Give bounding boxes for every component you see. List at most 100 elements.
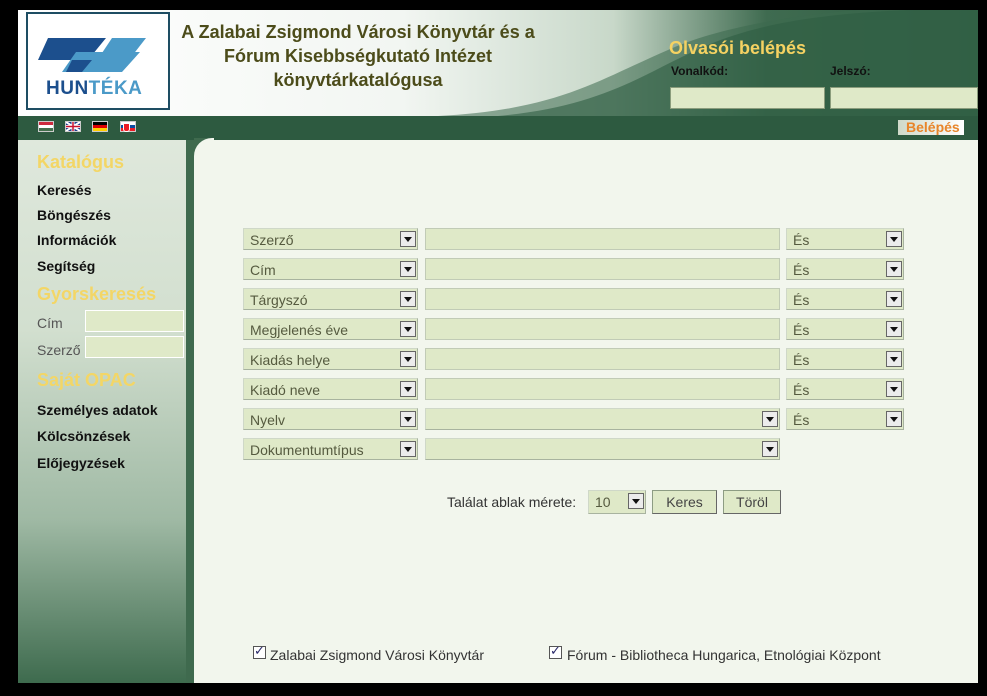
field-select[interactable]: Kiadás helye <box>243 348 418 370</box>
barcode-input[interactable] <box>670 87 825 109</box>
chevron-down-icon[interactable] <box>400 231 416 247</box>
catalog-heading: Katalógus <box>37 152 125 172</box>
language-bar: Belépés <box>18 116 978 140</box>
german-flag-icon[interactable] <box>92 121 108 132</box>
quick-author-input[interactable] <box>85 336 184 358</box>
operator-select-value: És <box>793 292 810 308</box>
chevron-down-icon[interactable] <box>886 291 902 307</box>
chevron-down-icon[interactable] <box>400 291 416 307</box>
chevron-down-icon[interactable] <box>886 351 902 367</box>
barcode-label: Vonalkód: <box>671 64 729 78</box>
database-label-zalabai: Zalabai Zsigmond Városi Könyvtár <box>270 647 484 663</box>
database-checkbox-forum[interactable] <box>549 644 562 659</box>
logo-text: HUNTÉKA <box>46 78 142 100</box>
search-term-input[interactable] <box>425 318 780 340</box>
chevron-down-icon[interactable] <box>400 441 416 457</box>
operator-select[interactable]: És <box>786 318 904 340</box>
chevron-down-icon[interactable] <box>400 261 416 277</box>
quick-title-label: Cím <box>37 315 63 331</box>
operator-select-value: És <box>793 262 810 278</box>
chevron-down-icon[interactable] <box>886 231 902 247</box>
field-select[interactable]: Szerző <box>243 228 418 250</box>
field-select-value: Kiadás helye <box>250 352 331 368</box>
hunteka-logo[interactable]: HUNTÉKA <box>26 12 170 110</box>
sidebar-item-reservations[interactable]: Előjegyzések <box>37 455 125 471</box>
chevron-down-icon[interactable] <box>400 411 416 427</box>
sidebar: Katalógus Keresés Böngészés Információk … <box>18 140 186 683</box>
results-size-label: Találat ablak mérete: <box>447 494 577 510</box>
field-select[interactable]: Megjelenés éve <box>243 318 418 340</box>
operator-select[interactable]: És <box>786 288 904 310</box>
chevron-down-icon[interactable] <box>400 351 416 367</box>
search-term-input[interactable] <box>425 228 780 250</box>
chevron-down-icon[interactable] <box>762 411 778 427</box>
value-select[interactable] <box>425 438 780 460</box>
sidebar-item-help[interactable]: Segítség <box>37 258 95 274</box>
operator-select[interactable]: És <box>786 258 904 280</box>
field-select-value: Cím <box>250 262 276 278</box>
quick-search-heading: Gyorskeresés <box>37 284 157 304</box>
sidebar-item-loans[interactable]: Kölcsönzések <box>37 428 130 444</box>
operator-select-value: És <box>793 382 810 398</box>
sidebar-item-browse[interactable]: Böngészés <box>37 207 111 223</box>
clear-button[interactable]: Töröl <box>723 490 781 514</box>
sidebar-item-info[interactable]: Információk <box>37 232 116 248</box>
chevron-down-icon[interactable] <box>400 321 416 337</box>
logo-teka: TÉKA <box>88 78 143 99</box>
password-input[interactable] <box>830 87 978 109</box>
reader-login-title: Olvasói belépés <box>669 38 807 58</box>
field-select[interactable]: Nyelv <box>243 408 418 430</box>
operator-select[interactable]: És <box>786 348 904 370</box>
field-select[interactable]: Dokumentumtípus <box>243 438 418 460</box>
operator-select-value: És <box>793 412 810 428</box>
library-title: A Zalabai Zsigmond Városi Könyvtár és a … <box>168 20 548 92</box>
chevron-down-icon[interactable] <box>628 493 644 509</box>
header: HUNTÉKA A Zalabai Zsigmond Városi Könyvt… <box>18 10 978 116</box>
chevron-down-icon[interactable] <box>886 381 902 397</box>
operator-select[interactable]: És <box>786 228 904 250</box>
search-button[interactable]: Keres <box>652 490 717 514</box>
english-flag-icon[interactable] <box>65 121 81 132</box>
library-title-line: könyvtárkatalógusa <box>273 70 443 90</box>
search-term-input[interactable] <box>425 288 780 310</box>
operator-select-value: És <box>793 322 810 338</box>
operator-select-value: És <box>793 352 810 368</box>
quick-author-label: Szerző <box>37 342 81 358</box>
operator-select[interactable]: És <box>786 378 904 400</box>
chevron-down-icon[interactable] <box>886 261 902 277</box>
slovak-flag-icon[interactable] <box>120 121 136 132</box>
database-label-forum: Fórum - Bibliotheca Hungarica, Etnológia… <box>567 647 881 663</box>
field-select-value: Nyelv <box>250 412 286 428</box>
operator-select-value: És <box>793 232 810 248</box>
field-select[interactable]: Tárgyszó <box>243 288 418 310</box>
hungarian-flag-icon[interactable] <box>38 121 54 132</box>
value-select[interactable] <box>425 408 780 430</box>
operator-select[interactable]: És <box>786 408 904 430</box>
sidebar-item-personal-data[interactable]: Személyes adatok <box>37 402 158 418</box>
own-opac-heading: Saját OPAC <box>37 370 136 390</box>
chevron-down-icon[interactable] <box>886 411 902 427</box>
field-select[interactable]: Kiadó neve <box>243 378 418 400</box>
database-checkbox-zalabai[interactable] <box>253 644 266 659</box>
search-term-input[interactable] <box>425 378 780 400</box>
password-label: Jelszó: <box>830 64 871 78</box>
library-title-line: A Zalabai Zsigmond Városi Könyvtár és a <box>181 22 535 42</box>
field-select-value: Megjelenés éve <box>250 322 349 338</box>
search-term-input[interactable] <box>425 348 780 370</box>
login-link[interactable]: Belépés <box>898 120 964 135</box>
uk-cross-icon <box>66 122 80 131</box>
field-select-value: Szerző <box>250 232 294 248</box>
sidebar-item-search[interactable]: Keresés <box>37 182 92 198</box>
chevron-down-icon[interactable] <box>886 321 902 337</box>
chevron-down-icon[interactable] <box>400 381 416 397</box>
field-select-value: Dokumentumtípus <box>250 442 364 458</box>
search-term-input[interactable] <box>425 258 780 280</box>
field-select-value: Tárgyszó <box>250 292 308 308</box>
field-select-value: Kiadó neve <box>250 382 321 398</box>
results-size-value: 10 <box>595 494 611 510</box>
field-select[interactable]: Cím <box>243 258 418 280</box>
quick-title-input[interactable] <box>85 310 184 332</box>
results-size-select[interactable]: 10 <box>588 490 646 514</box>
chevron-down-icon[interactable] <box>762 441 778 457</box>
sidebar-divider <box>186 140 194 683</box>
